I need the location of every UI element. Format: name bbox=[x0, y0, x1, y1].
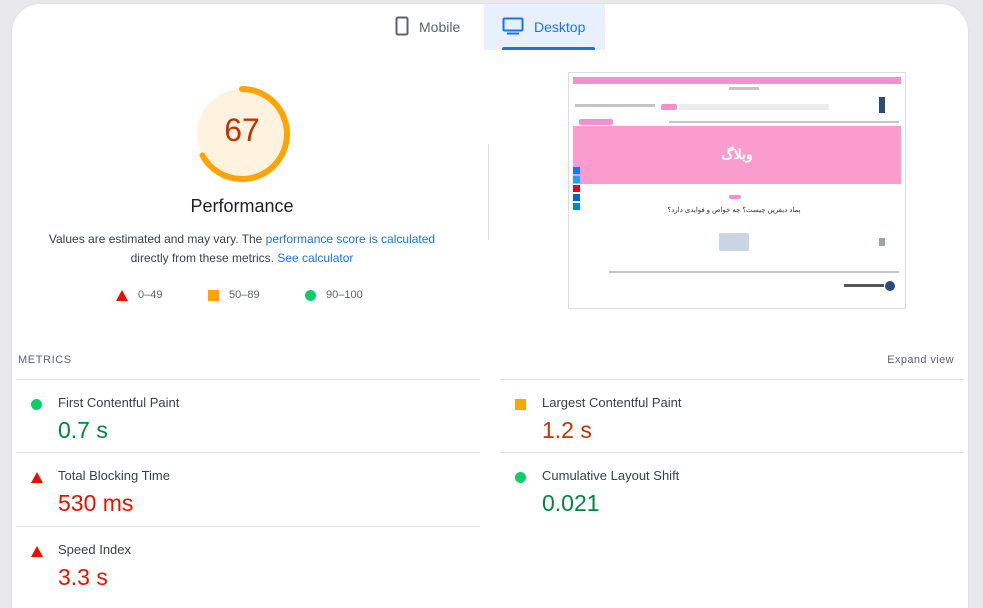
thumb-category-tag bbox=[729, 195, 741, 199]
thumb-search-button bbox=[661, 104, 677, 110]
monitor-icon bbox=[502, 17, 524, 38]
metric-value: 3.3 s bbox=[58, 564, 108, 590]
square-icon bbox=[515, 399, 526, 410]
metric-label: Total Blocking Time bbox=[58, 468, 170, 483]
legend-average: 50–89 bbox=[208, 286, 260, 304]
thumb-hero-banner: وبلاگ bbox=[573, 126, 901, 184]
thumb-share-button bbox=[573, 194, 580, 201]
performance-description: Values are estimated and may vary. The p… bbox=[42, 230, 442, 268]
smartphone-icon bbox=[395, 16, 409, 39]
legend-good: 90–100 bbox=[305, 286, 363, 304]
thumb-share-button bbox=[573, 176, 580, 183]
legend-poor: 0–49 bbox=[116, 286, 162, 304]
square-icon bbox=[208, 289, 219, 301]
metric-value: 0.021 bbox=[542, 490, 600, 516]
metrics-heading: METRICS bbox=[18, 354, 72, 366]
triangle-icon bbox=[31, 546, 43, 557]
thumb-line bbox=[575, 104, 655, 107]
metric-value: 1.2 s bbox=[542, 417, 592, 443]
thumb-author bbox=[844, 284, 884, 287]
thumb-logo bbox=[879, 97, 885, 113]
thumb-topbar bbox=[573, 77, 901, 84]
performance-title: Performance bbox=[190, 196, 294, 216]
thumb-icon bbox=[879, 238, 885, 246]
thumb-avatar bbox=[885, 281, 895, 291]
report-card: Mobile Desktop 67 Performance Values are… bbox=[12, 4, 968, 608]
metric-cumulative-layout-shift: Cumulative Layout Shift 0.021 bbox=[502, 461, 942, 531]
thumb-searchbar bbox=[679, 104, 829, 110]
legend-poor-range: 0–49 bbox=[138, 289, 163, 301]
thumb-article-image bbox=[719, 233, 749, 251]
thumb-article-title: پماد دیفرین چیست؟ چه خواص و فوایدی دارد؟ bbox=[667, 207, 801, 214]
see-calculator-link[interactable]: See calculator bbox=[277, 251, 353, 265]
metric-label: Cumulative Layout Shift bbox=[542, 468, 680, 483]
thumb-hero-text: وبلاگ bbox=[721, 146, 753, 162]
thumb-text-line bbox=[609, 271, 899, 273]
legend-average-range: 50–89 bbox=[229, 289, 260, 301]
performance-score-link[interactable]: performance score is calculated bbox=[266, 232, 435, 246]
metric-label: Speed Index bbox=[58, 542, 132, 557]
thumb-share-button bbox=[573, 185, 580, 192]
metric-first-contentful-paint: First Contentful Paint 0.7 s bbox=[18, 388, 458, 458]
thumb-nav-line bbox=[669, 121, 899, 123]
thumb-share-button bbox=[573, 167, 580, 174]
tab-mobile[interactable]: Mobile bbox=[392, 4, 492, 50]
vertical-divider bbox=[488, 144, 489, 240]
tab-desktop-label: Desktop bbox=[534, 19, 586, 35]
triangle-icon bbox=[116, 289, 128, 301]
metric-speed-index: Speed Index 3.3 s bbox=[18, 535, 458, 605]
circle-icon bbox=[515, 472, 526, 483]
tab-mobile-label: Mobile bbox=[419, 19, 461, 35]
performance-score: 67 bbox=[224, 112, 260, 148]
triangle-icon bbox=[31, 472, 43, 483]
description-text: Values are estimated and may vary. The bbox=[48, 232, 266, 246]
circle-icon bbox=[305, 289, 316, 301]
thumb-share-button bbox=[573, 203, 580, 210]
metric-value: 530 ms bbox=[58, 490, 134, 516]
active-tab-indicator bbox=[502, 47, 595, 50]
tab-desktop[interactable]: Desktop bbox=[484, 4, 605, 50]
metrics-divider bbox=[500, 379, 964, 380]
metric-total-blocking-time: Total Blocking Time 530 ms bbox=[18, 461, 458, 531]
metric-value: 0.7 s bbox=[58, 417, 108, 443]
thumb-line bbox=[729, 87, 759, 90]
page-screenshot-thumbnail: وبلاگ پماد دیفرین چیست؟ چه خواص و فوایدی… bbox=[568, 72, 906, 309]
metric-label: Largest Contentful Paint bbox=[542, 395, 682, 410]
metric-label: First Contentful Paint bbox=[58, 395, 180, 410]
metrics-divider bbox=[16, 379, 480, 380]
circle-icon bbox=[31, 399, 42, 410]
expand-view-button[interactable]: Expand view bbox=[887, 354, 954, 366]
description-text-2: directly from these metrics. bbox=[130, 251, 278, 265]
metric-largest-contentful-paint: Largest Contentful Paint 1.2 s bbox=[502, 388, 942, 458]
thumb-pink-button bbox=[579, 119, 613, 125]
legend-good-range: 90–100 bbox=[326, 289, 363, 301]
